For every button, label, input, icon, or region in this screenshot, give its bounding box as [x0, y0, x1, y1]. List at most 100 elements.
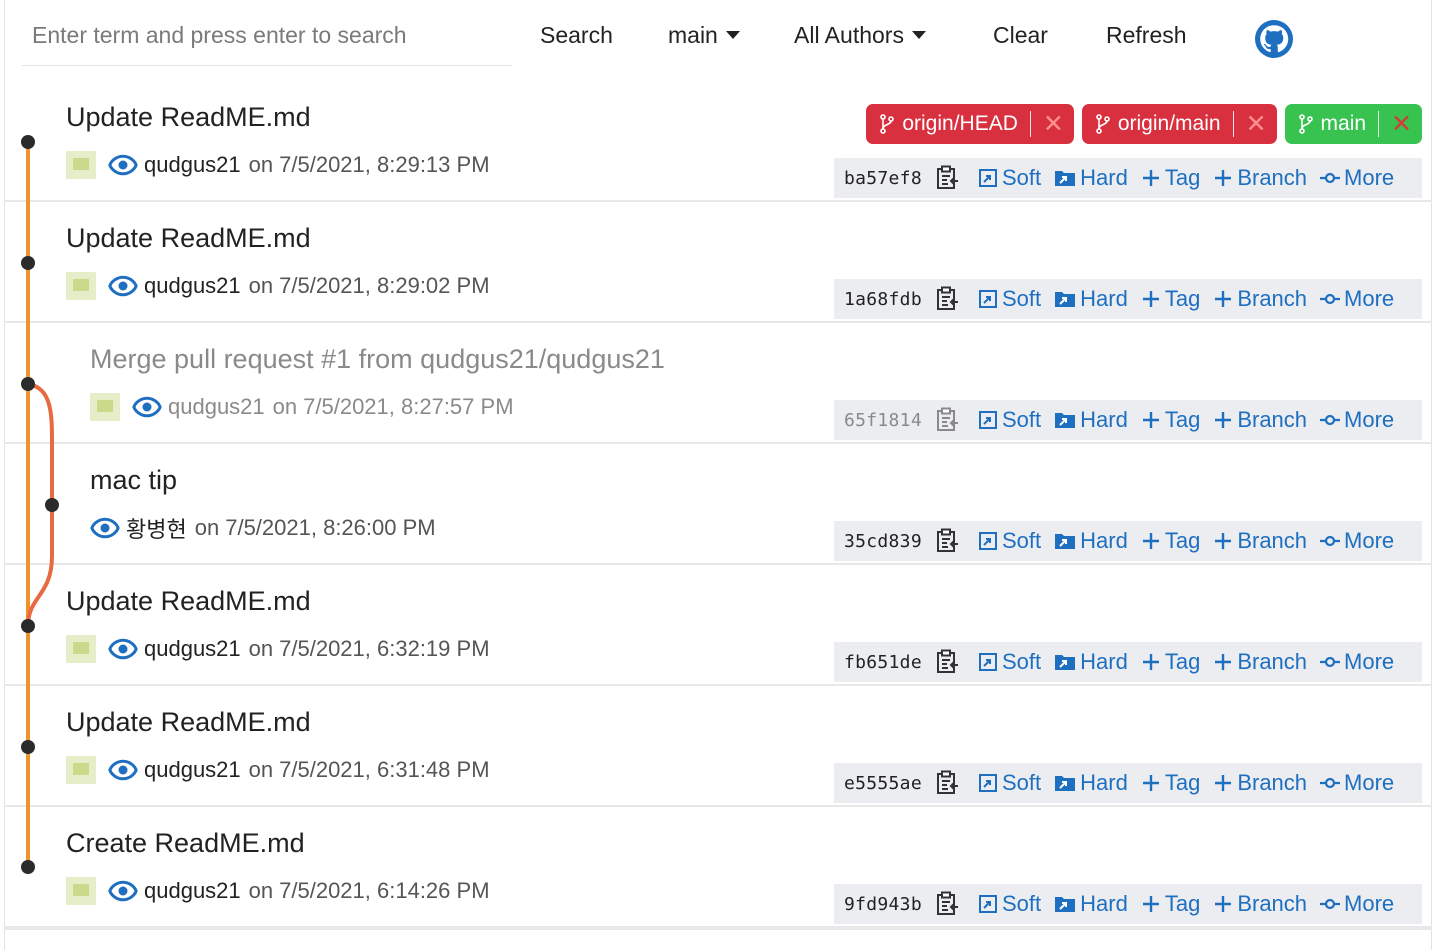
clear-button[interactable]: Clear [993, 20, 1048, 50]
commit-sha: 1a68fdb [844, 288, 922, 310]
eye-icon[interactable] [108, 150, 138, 180]
add-tag-label: Tag [1164, 770, 1201, 795]
authors-select[interactable]: All Authors [794, 20, 926, 50]
eye-icon[interactable] [108, 634, 138, 664]
commit-message[interactable]: Update ReadME.md [66, 102, 311, 133]
hard-reset-button[interactable]: Hard [1054, 891, 1128, 917]
hard-reset-icon [1055, 413, 1076, 428]
add-branch-button[interactable]: Branch [1213, 528, 1307, 554]
commit-row[interactable]: Create ReadME.md qudgus21 on 7/5/2021, 6:14… [4, 806, 1432, 928]
commit-author: qudgus21 [144, 636, 241, 661]
more-button[interactable]: More [1320, 286, 1394, 312]
eye-icon[interactable] [108, 755, 138, 785]
plus-icon [1142, 654, 1159, 670]
soft-reset-label: Soft [1002, 286, 1042, 311]
eye-icon[interactable] [108, 876, 138, 906]
hard-reset-icon [1055, 655, 1076, 670]
add-tag-button[interactable]: Tag [1141, 528, 1200, 554]
hard-reset-button[interactable]: Hard [1054, 286, 1128, 312]
soft-reset-button[interactable]: Soft [978, 891, 1041, 917]
hard-reset-button[interactable]: Hard [1054, 770, 1128, 796]
search-input[interactable] [22, 6, 512, 66]
commit-row[interactable]: Update ReadME.md qudgus21 on 7/5/2021, 6:31… [4, 685, 1432, 807]
hard-reset-button[interactable]: Hard [1054, 528, 1128, 554]
commit-date: 7/5/2021, 8:29:13 PM [279, 152, 490, 177]
hard-reset-button[interactable]: Hard [1054, 407, 1128, 433]
copy-icon[interactable] [936, 528, 960, 554]
soft-reset-button[interactable]: Soft [978, 770, 1041, 796]
close-icon[interactable]: ✕ [1043, 111, 1064, 137]
eye-icon[interactable] [108, 271, 138, 301]
commit-row[interactable]: Update ReadME.md qudgus21 on 7/5/2021, 8:29… [4, 80, 1432, 202]
eye-icon[interactable] [132, 392, 162, 422]
branch-select[interactable]: main [668, 20, 740, 50]
refresh-button[interactable]: Refresh [1106, 20, 1187, 50]
more-button[interactable]: More [1320, 649, 1394, 675]
more-button[interactable]: More [1320, 528, 1394, 554]
copy-icon[interactable] [936, 407, 960, 433]
add-branch-button[interactable]: Branch [1213, 891, 1307, 917]
commit-icon [1320, 777, 1341, 789]
eye-icon[interactable] [90, 513, 120, 543]
soft-reset-button[interactable]: Soft [978, 407, 1041, 433]
add-branch-button[interactable]: Branch [1213, 407, 1307, 433]
plus-icon [1142, 533, 1159, 549]
add-branch-button[interactable]: Branch [1213, 286, 1307, 312]
commit-message[interactable]: mac tip [90, 465, 177, 496]
github-icon[interactable] [1255, 20, 1293, 58]
branch-badge[interactable]: main ✕ [1284, 104, 1422, 144]
copy-icon[interactable] [936, 770, 960, 796]
commit-icon [1320, 898, 1341, 910]
branch-select-label: main [668, 22, 718, 48]
commit-actions: 1a68fdb Soft Hard Tag Branch More [834, 279, 1422, 319]
branch-badge[interactable]: origin/main ✕ [1081, 104, 1277, 144]
commit-actions: ba57ef8 Soft Hard Tag Branch More [834, 158, 1422, 198]
commit-message[interactable]: Update ReadME.md [66, 223, 311, 254]
commit-on-label: on [194, 515, 220, 540]
branch-badge[interactable]: origin/HEAD ✕ [866, 104, 1074, 144]
commit-author: 황병현 [126, 517, 187, 542]
hard-reset-button[interactable]: Hard [1054, 649, 1128, 675]
more-button[interactable]: More [1320, 165, 1394, 191]
search-button[interactable]: Search [540, 20, 613, 50]
add-branch-button[interactable]: Branch [1213, 165, 1307, 191]
add-branch-label: Branch [1237, 165, 1308, 190]
commit-node [21, 740, 35, 754]
soft-reset-button[interactable]: Soft [978, 528, 1041, 554]
more-button[interactable]: More [1320, 770, 1394, 796]
add-tag-button[interactable]: Tag [1141, 407, 1200, 433]
add-tag-button[interactable]: Tag [1141, 286, 1200, 312]
copy-icon[interactable] [936, 649, 960, 675]
copy-icon[interactable] [936, 165, 960, 191]
soft-reset-label: Soft [1002, 891, 1042, 916]
copy-icon[interactable] [936, 286, 960, 312]
commit-row[interactable]: Update ReadME.md qudgus21 on 7/5/2021, 6:32… [4, 564, 1432, 686]
add-tag-button[interactable]: Tag [1141, 649, 1200, 675]
add-tag-button[interactable]: Tag [1141, 770, 1200, 796]
commit-row[interactable]: Merge pull request #1 from qudgus21/qudg… [4, 322, 1432, 444]
commit-message[interactable]: Update ReadME.md [66, 586, 311, 617]
add-tag-button[interactable]: Tag [1141, 165, 1200, 191]
commit-message[interactable]: Create ReadME.md [66, 828, 305, 859]
more-button[interactable]: More [1320, 407, 1394, 433]
more-button[interactable]: More [1320, 891, 1394, 917]
soft-reset-button[interactable]: Soft [978, 286, 1041, 312]
hard-reset-label: Hard [1080, 891, 1128, 916]
soft-reset-button[interactable]: Soft [978, 165, 1041, 191]
copy-icon[interactable] [936, 891, 960, 917]
add-tag-button[interactable]: Tag [1141, 891, 1200, 917]
commit-row[interactable]: mac tip 황병현 on 7/5/2021, 8:26:00 PM 35cd839 S… [4, 443, 1432, 565]
close-icon[interactable]: ✕ [1391, 111, 1412, 137]
commit-date: 7/5/2021, 8:29:02 PM [279, 273, 490, 298]
commit-icon [1320, 535, 1341, 547]
commit-message[interactable]: Merge pull request #1 from qudgus21/qudg… [90, 344, 665, 375]
add-branch-button[interactable]: Branch [1213, 770, 1307, 796]
close-icon[interactable]: ✕ [1246, 111, 1267, 137]
branch-badge-label: origin/HEAD [902, 112, 1018, 135]
add-branch-label: Branch [1237, 528, 1308, 553]
commit-message[interactable]: Update ReadME.md [66, 707, 311, 738]
add-branch-button[interactable]: Branch [1213, 649, 1307, 675]
commit-row[interactable]: Update ReadME.md qudgus21 on 7/5/2021, 8:29… [4, 201, 1432, 323]
hard-reset-button[interactable]: Hard [1054, 165, 1128, 191]
soft-reset-button[interactable]: Soft [978, 649, 1041, 675]
